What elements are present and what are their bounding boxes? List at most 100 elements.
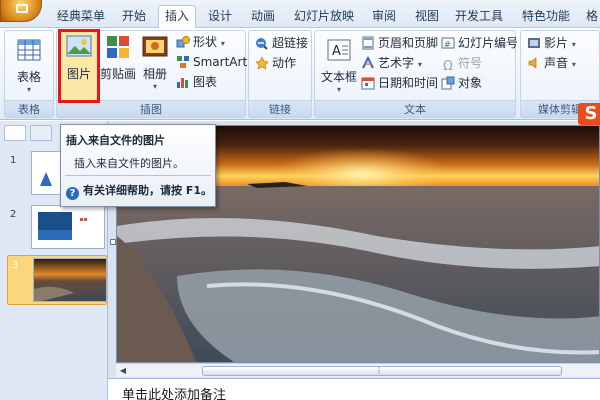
group-tables: 表格 ▾ 表格: [4, 30, 54, 118]
wordart-dropdown-caret: ▾: [417, 60, 422, 69]
wordart-label: 艺术字: [378, 56, 415, 70]
slide-3-preview-art: [34, 259, 106, 301]
smartart-label: SmartArt: [193, 55, 248, 69]
svg-text:A: A: [332, 44, 341, 59]
photo-album-icon: [142, 36, 168, 57]
hyperlink-icon: [256, 38, 268, 50]
picture-label: 图片: [66, 67, 91, 81]
group-text-label: 文本: [315, 100, 515, 117]
tab-view[interactable]: 视图: [409, 6, 445, 28]
object-label: 对象: [458, 76, 483, 90]
tab-home[interactable]: 开始: [116, 6, 152, 28]
chart-label: 图表: [193, 75, 218, 89]
scroll-left-icon[interactable]: ◀: [116, 365, 130, 377]
slide-number-button[interactable]: # 幻灯片编号: [441, 34, 518, 52]
outline-tab[interactable]: [30, 125, 52, 141]
hyperlink-button[interactable]: 超链接: [255, 34, 308, 52]
group-tables-label: 表格: [5, 100, 53, 117]
notes-placeholder: 单击此处添加备注: [122, 388, 227, 400]
tooltip-help: ? 有关详细帮助，请按 F1。: [66, 182, 212, 200]
film-icon: [528, 38, 540, 48]
slide-number: 3: [12, 260, 19, 271]
horizontal-scrollbar[interactable]: ◀ ⋮: [116, 363, 600, 377]
slide-number-icon: #: [441, 37, 455, 49]
sound-button[interactable]: 声音 ▾: [527, 54, 576, 72]
tab-developer[interactable]: 开发工具: [452, 6, 506, 28]
powerpoint-window: 经典菜单 开始 插入 设计 动画 幻灯片放映 审阅 视图 开发工具 特色功能 格: [0, 0, 600, 400]
album-button[interactable]: 相册 ▾: [136, 31, 174, 97]
action-button[interactable]: 动作: [255, 54, 296, 72]
action-label: 动作: [272, 56, 297, 70]
header-footer-icon: [362, 36, 374, 50]
tab-features[interactable]: 特色功能: [516, 6, 576, 28]
sound-label: 声音: [544, 56, 569, 70]
tab-review[interactable]: 审阅: [366, 6, 402, 28]
wordart-icon: [362, 56, 374, 69]
smartart-button[interactable]: SmartArt: [176, 53, 247, 71]
slide-number: 1: [10, 155, 17, 166]
picture-icon: [66, 35, 92, 57]
panel-view-tabs: [4, 125, 64, 141]
symbol-button[interactable]: Ω 符号: [441, 54, 483, 74]
group-links: 超链接 动作 链接: [248, 30, 312, 118]
action-star-icon: [255, 56, 269, 70]
datetime-button[interactable]: 日期和时间: [361, 74, 438, 92]
tab-insert[interactable]: 插入: [158, 5, 196, 28]
picture-button[interactable]: 图片: [60, 31, 98, 97]
movie-dropdown-caret: ▾: [571, 40, 576, 49]
wordart-button[interactable]: 艺术字 ▾: [361, 54, 422, 72]
selection-handle[interactable]: [110, 239, 116, 245]
calendar-icon: [361, 77, 375, 90]
hyperlink-label: 超链接: [272, 36, 309, 50]
movie-button[interactable]: 影片 ▾: [527, 34, 576, 52]
tooltip-description: 插入来自文件的图片。: [74, 157, 184, 170]
office-logo-icon: [16, 4, 28, 13]
table-dropdown-caret: ▾: [26, 85, 31, 94]
shapes-button[interactable]: 形状 ▾: [176, 33, 225, 51]
group-text: A 文本框 ▾ 页眉和页脚 艺术字 ▾ 日期和时间 # 幻灯片编号 Ω 符号 对…: [314, 30, 518, 118]
table-icon: [17, 39, 41, 61]
omega-icon: Ω: [443, 59, 453, 74]
notes-pane[interactable]: 单击此处添加备注: [108, 378, 600, 400]
album-label: 相册: [142, 67, 167, 81]
svg-text:#: #: [444, 40, 451, 49]
table-button[interactable]: 表格 ▾: [9, 34, 49, 100]
tab-slideshow[interactable]: 幻灯片放映: [291, 6, 357, 28]
shapes-dropdown-caret: ▾: [220, 39, 225, 48]
textbox-icon: A: [327, 39, 351, 61]
office-button[interactable]: [0, 0, 42, 22]
help-icon: ?: [66, 187, 79, 200]
tooltip-divider: [65, 175, 211, 176]
tab-animation[interactable]: 动画: [245, 6, 281, 28]
object-button[interactable]: 对象: [441, 74, 482, 92]
slide-thumbnail-2[interactable]: 2: [6, 205, 106, 251]
clipart-icon: [107, 36, 129, 58]
clipart-button[interactable]: 剪贴画: [100, 31, 136, 97]
slide-number-label: 幻灯片编号: [458, 36, 519, 50]
slide-2-preview-art: [38, 212, 87, 240]
shapes-icon: [176, 36, 190, 48]
slides-tab[interactable]: [4, 125, 26, 141]
movie-label: 影片: [544, 36, 569, 50]
tab-format[interactable]: 格: [584, 6, 600, 28]
textbox-button[interactable]: A 文本框 ▾: [319, 34, 359, 100]
datetime-label: 日期和时间: [378, 76, 439, 90]
header-footer-label: 页眉和页脚: [378, 36, 439, 50]
group-links-label: 链接: [249, 100, 311, 117]
picture-tooltip: 插入来自文件的图片 插入来自文件的图片。 ? 有关详细帮助，请按 F1。: [60, 124, 216, 207]
tooltip-title: 插入来自文件的图片: [66, 134, 165, 147]
symbol-label: 符号: [458, 56, 483, 70]
table-button-label: 表格: [16, 70, 41, 84]
slide-3-preview: [33, 258, 107, 302]
textbox-label: 文本框: [320, 70, 357, 84]
tooltip-help-text: 有关详细帮助，请按 F1。: [83, 184, 212, 197]
header-footer-button[interactable]: 页眉和页脚: [361, 34, 438, 52]
tab-classic-menu[interactable]: 经典菜单: [52, 6, 110, 28]
chart-button[interactable]: 图表: [176, 73, 217, 91]
smartart-icon: [177, 56, 189, 68]
tab-design[interactable]: 设计: [202, 6, 238, 28]
ribbon-tab-strip: 经典菜单 开始 插入 设计 动画 幻灯片放映 审阅 视图 开发工具 特色功能 格: [0, 0, 600, 28]
slide-thumbnail-3[interactable]: 3: [7, 255, 107, 305]
clipart-label: 剪贴画: [100, 67, 137, 81]
textbox-dropdown-caret: ▾: [336, 85, 341, 94]
